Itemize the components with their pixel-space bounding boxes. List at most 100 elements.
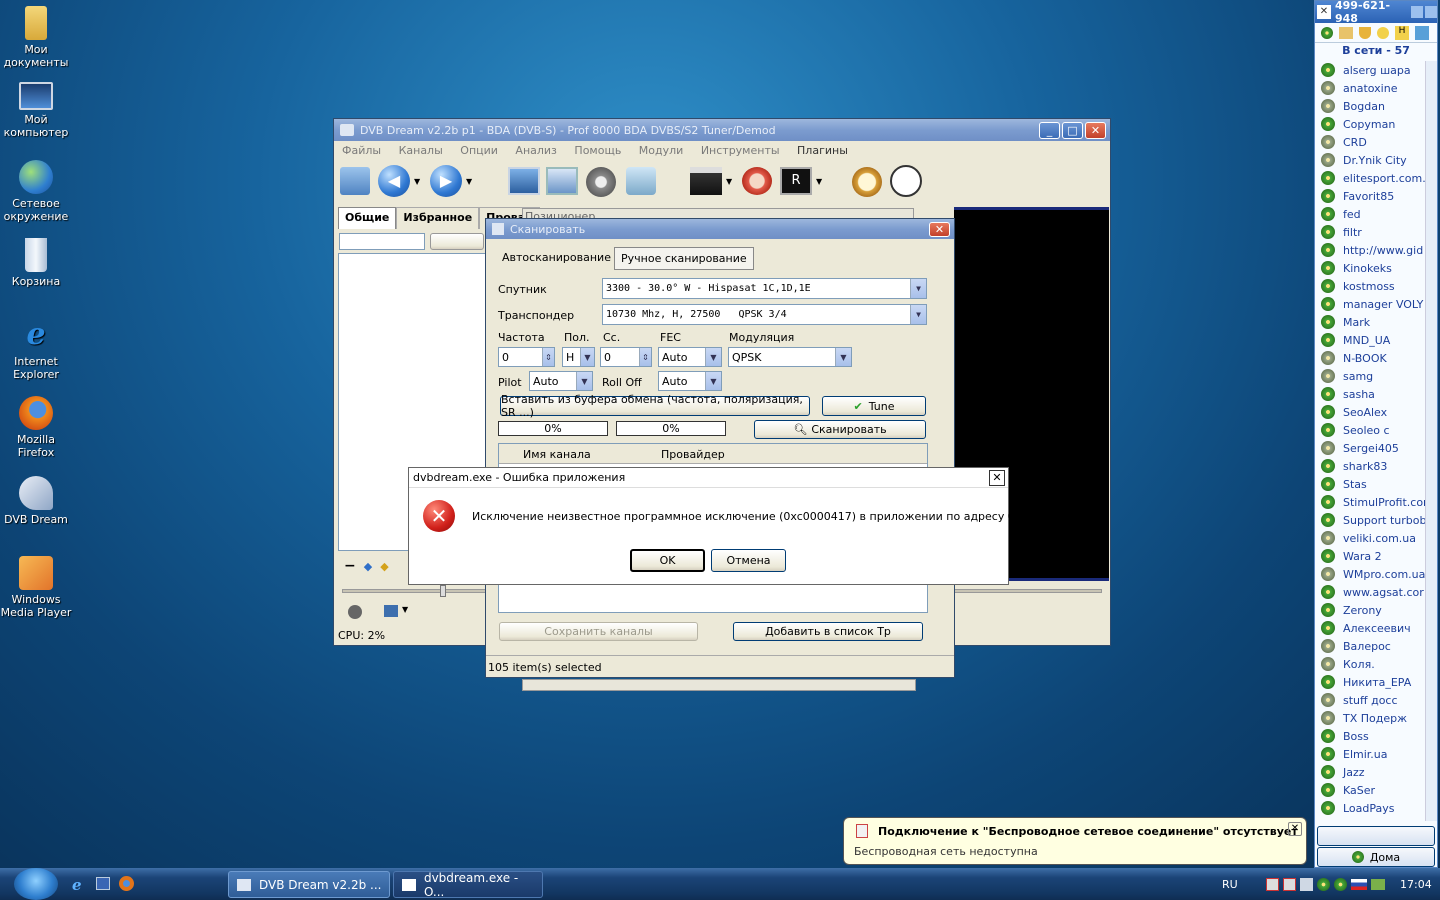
qip-contact[interactable]: MND_UA (1321, 331, 1433, 349)
scan-tab-auto[interactable]: Автосканирование (502, 251, 611, 264)
qip-contact[interactable]: Jazz (1321, 763, 1433, 781)
qip-contact[interactable]: http://www.gid (1321, 241, 1433, 259)
qip-shield-icon[interactable] (1359, 26, 1371, 39)
scheduler-clock-icon[interactable] (890, 165, 922, 197)
qip-contact[interactable]: Bogdan (1321, 97, 1433, 115)
desktop-icon-firefox[interactable]: Mozilla Firefox (0, 396, 72, 459)
qip-contact[interactable]: N-BOOK (1321, 349, 1433, 367)
menu-help[interactable]: Помощь (574, 144, 621, 157)
desktop-icon-dvb-dream[interactable]: DVB Dream (0, 476, 72, 526)
snapshot-icon[interactable] (348, 605, 362, 619)
quicklaunch-ie-icon[interactable]: e (72, 876, 82, 894)
menu-analysis[interactable]: Анализ (515, 144, 557, 157)
qip-contact[interactable]: LoadPays (1321, 799, 1433, 817)
qip-contact[interactable]: veliki.com.ua (1321, 529, 1433, 547)
qip-contact[interactable]: Dr.Ynik City (1321, 151, 1433, 169)
qip-contact[interactable]: anatoxine (1321, 79, 1433, 97)
chevron-down-icon[interactable]: ▼ (705, 348, 721, 366)
col-provider[interactable]: Провайдер (661, 448, 725, 461)
qip-contact[interactable]: Коля. (1321, 655, 1433, 673)
taskbar-item-dvb[interactable]: DVB Dream v2.2b ... (228, 871, 390, 898)
qip-history-icon[interactable]: H (1395, 25, 1409, 40)
sr-spinner[interactable]: 0 ⇕ (600, 347, 652, 367)
qip-contact[interactable]: Seoleo c (1321, 421, 1433, 439)
qip-contact[interactable]: samg (1321, 367, 1433, 385)
mod-select[interactable]: QPSK ▼ (728, 347, 852, 367)
open-folder-icon[interactable] (340, 167, 370, 195)
chevron-down-icon[interactable]: ▼ (910, 305, 926, 324)
qip-contact[interactable]: www.agsat.cor (1321, 583, 1433, 601)
desktop-icon-network[interactable]: Сетевое окружение (0, 160, 72, 223)
add-tp-button[interactable]: Добавить в список Тр (733, 622, 923, 641)
qip-settings-icon[interactable] (1415, 25, 1429, 40)
qip-contact[interactable]: Zerony (1321, 601, 1433, 619)
spinner-arrows-icon[interactable]: ⇕ (639, 348, 651, 366)
back-icon[interactable]: ◀ (378, 165, 410, 197)
desktop-icon-my-computer[interactable]: Мой компьютер (0, 82, 72, 139)
spectrum-icon[interactable] (546, 167, 578, 195)
stop-record-icon[interactable] (742, 167, 772, 195)
qip-contact[interactable]: CRD (1321, 133, 1433, 151)
forward-dropdown-icon[interactable]: ▼ (466, 177, 472, 186)
qip-close-small-icon[interactable] (1425, 6, 1437, 18)
qip-contact[interactable]: SeoAlex (1321, 403, 1433, 421)
monitor-icon[interactable] (508, 167, 540, 195)
qip-contact[interactable]: kostmoss (1321, 277, 1433, 295)
desktop-icon-recycle-bin[interactable]: Корзина (0, 238, 72, 288)
qip-contact[interactable]: TX Подерж (1321, 709, 1433, 727)
menu-channels[interactable]: Каналы (399, 144, 443, 157)
clock[interactable]: 17:04 (1400, 878, 1432, 891)
back-dropdown-icon[interactable]: ▼ (414, 177, 420, 186)
taskbar-item-error[interactable]: dvbdream.exe - O... (393, 871, 543, 899)
chevron-down-icon[interactable]: ▼ (835, 348, 851, 366)
qip-contact[interactable]: WMpro.com.ua (1321, 565, 1433, 583)
qip-mail-icon[interactable] (1339, 26, 1353, 39)
qip-contact[interactable]: Boss (1321, 727, 1433, 745)
pol-select[interactable]: H ▼ (562, 347, 595, 367)
desktop-icon-media-player[interactable]: Windows Media Player (0, 556, 72, 619)
menu-modules[interactable]: Модули (639, 144, 684, 157)
save-channels-button[interactable]: Сохранить каналы (499, 622, 698, 641)
rolloff-select[interactable]: Auto ▼ (658, 371, 722, 391)
timer-icon[interactable] (852, 167, 882, 197)
qip-contact[interactable]: fed (1321, 205, 1433, 223)
qip-contact[interactable]: filtr (1321, 223, 1433, 241)
sort-yellow-icon[interactable]: ◆ (380, 560, 388, 573)
minus-icon[interactable]: − (344, 558, 356, 574)
record-dropdown-icon[interactable]: ▼ (816, 177, 822, 186)
col-channel-name[interactable]: Имя канала (523, 448, 591, 461)
quicklaunch-firefox-icon[interactable] (119, 876, 134, 891)
qip-contact[interactable]: stuff досс (1321, 691, 1433, 709)
qip-contact[interactable]: StimulProfit.con (1321, 493, 1433, 511)
record-icon[interactable]: R (780, 167, 812, 195)
qip-contact[interactable]: Stas (1321, 475, 1433, 493)
tune-button[interactable]: ✔ Tune (822, 396, 926, 416)
subtitle-icon[interactable] (384, 605, 398, 617)
fec-select[interactable]: Auto ▼ (658, 347, 722, 367)
paste-clipboard-button[interactable]: Вставить из буфера обмена (частота, поля… (500, 393, 810, 419)
channel-search-input[interactable] (339, 233, 425, 250)
language-indicator[interactable]: RU (1222, 878, 1238, 891)
clapperboard-dropdown-icon[interactable]: ▼ (726, 177, 732, 186)
qip-contact[interactable]: Mark (1321, 313, 1433, 331)
channel-filter-button[interactable] (430, 233, 484, 250)
pilot-select[interactable]: Auto ▼ (529, 371, 593, 391)
transponder-select[interactable]: 10730 Mhz, H, 27500 QPSK 3/4 ▼ (602, 304, 927, 325)
tab-general[interactable]: Общие (338, 207, 397, 229)
qip-contact[interactable]: Sergei405 (1321, 439, 1433, 457)
satellite-select[interactable]: 3300 - 30.0° W - Hispasat 1C,1D,1E ▼ (602, 278, 927, 299)
chevron-down-icon[interactable]: ▼ (705, 372, 721, 390)
scan-close-button[interactable]: ✕ (929, 221, 950, 237)
qip-contact[interactable]: Favorit85 (1321, 187, 1433, 205)
qip-contact[interactable]: Elmir.ua (1321, 745, 1433, 763)
tray-network2-icon[interactable] (1283, 877, 1296, 891)
qip-contact[interactable]: elitesport.com.u (1321, 169, 1433, 187)
qip-user-icon[interactable] (1377, 26, 1389, 39)
quicklaunch-desktop-icon[interactable] (96, 877, 110, 890)
qip-contact[interactable]: Wara 2 (1321, 547, 1433, 565)
qip-contact[interactable]: Никита_EPA (1321, 673, 1433, 691)
qip-contact[interactable]: Copyman (1321, 115, 1433, 133)
maximize-button[interactable]: □ (1062, 121, 1083, 139)
qip-contact[interactable]: sasha (1321, 385, 1433, 403)
chevron-down-icon[interactable]: ▼ (910, 279, 926, 298)
